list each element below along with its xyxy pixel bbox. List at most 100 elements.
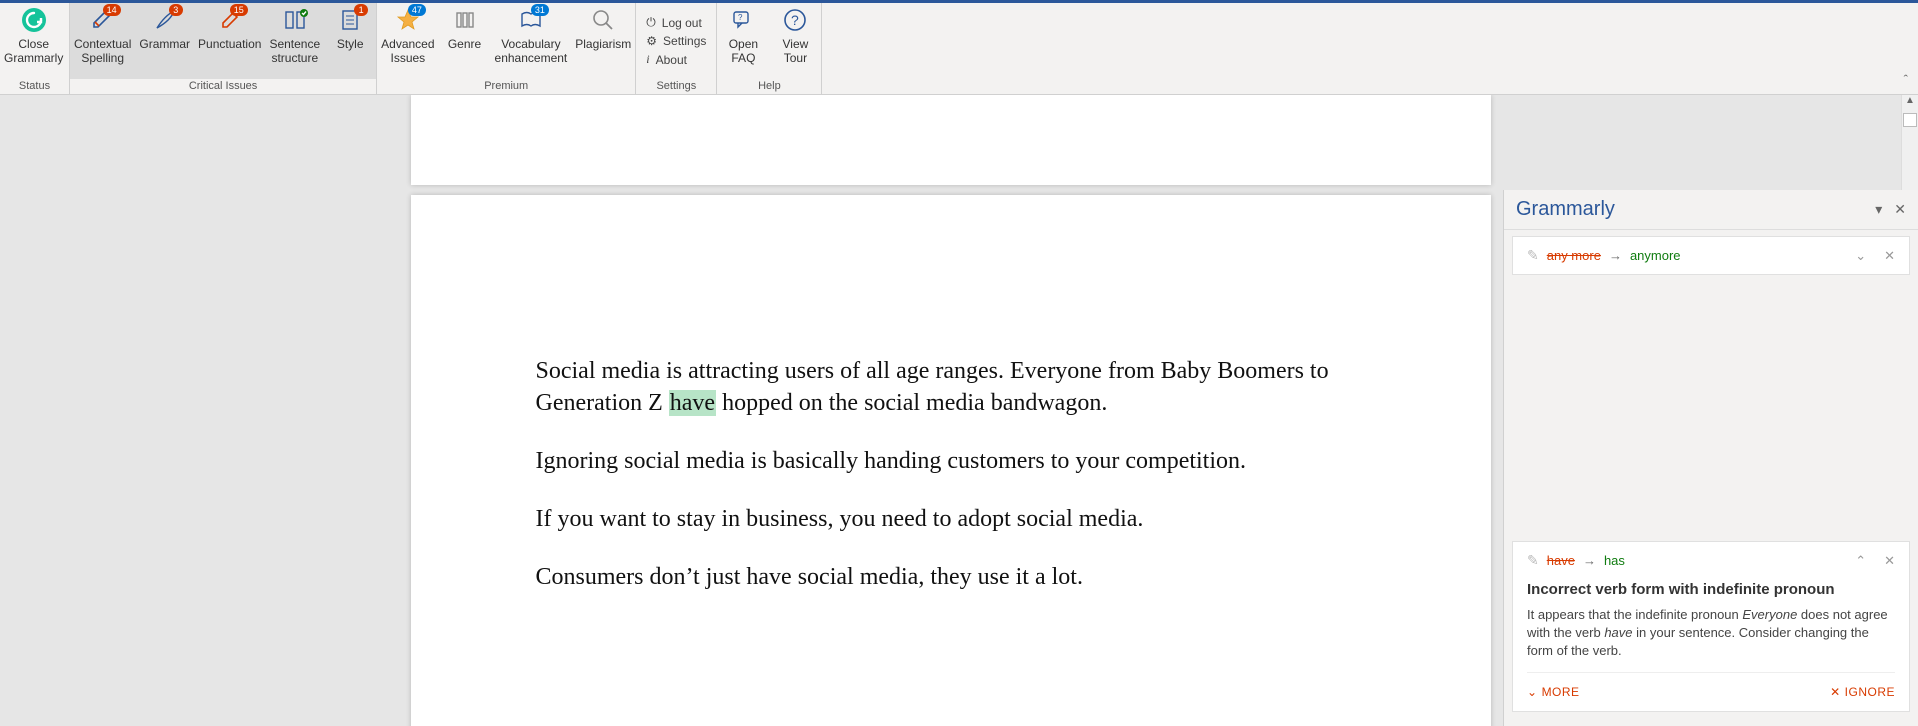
lbl: View — [783, 37, 809, 51]
svg-text:?: ? — [738, 13, 743, 22]
advanced-issues-button[interactable]: 47 Advanced Issues — [377, 3, 438, 79]
lbl-empty — [163, 51, 166, 65]
lbl: Open — [729, 37, 758, 51]
panel-title: Grammarly — [1516, 198, 1863, 221]
text-italic: have — [1604, 625, 1632, 640]
vocabulary-button[interactable]: 31 Vocabulary enhancement — [491, 3, 572, 79]
paragraph: Social media is attracting users of all … — [536, 355, 1366, 419]
punctuation-button[interactable]: 15 Punctuation — [194, 3, 265, 79]
workspace: Social media is attracting users of all … — [0, 95, 1918, 726]
sentence-structure-button[interactable]: Sentence structure — [265, 3, 324, 79]
suggestion-card-collapsed[interactable]: ✎ any more → anymore ⌄ ✕ — [1512, 236, 1910, 275]
close-grammarly-button[interactable]: Close Grammarly — [0, 3, 67, 79]
star-icon: 47 — [394, 6, 422, 34]
lbl-empty — [348, 51, 351, 65]
badge: 14 — [103, 4, 121, 16]
group-label-status: Status — [0, 79, 69, 94]
lbl: Punctuation — [198, 37, 261, 51]
panel-close-button[interactable]: ✕ — [1894, 201, 1906, 218]
pencil-icon: 14 — [89, 6, 117, 34]
text: hopped on the social media bandwagon. — [716, 390, 1107, 416]
lbl: About — [656, 53, 687, 67]
dismiss-card-button[interactable]: ✕ — [1884, 248, 1895, 264]
grammarly-logo-icon — [20, 6, 48, 34]
lbl: Sentence — [269, 37, 320, 51]
lbl: enhancement — [495, 51, 568, 65]
magnifier-icon — [589, 6, 617, 34]
lbl-empty — [228, 51, 231, 65]
group-label-help: Help — [717, 79, 821, 94]
more-button[interactable]: ⌄ MORE — [1527, 685, 1580, 699]
ignore-button[interactable]: ✕ IGNORE — [1830, 685, 1895, 699]
lbl: structure — [271, 51, 318, 65]
view-tour-button[interactable]: ? View Tour — [769, 3, 821, 79]
close-label-2: Grammarly — [4, 51, 63, 65]
genre-button[interactable]: Genre — [439, 3, 491, 79]
dismiss-card-button[interactable]: ✕ — [1884, 553, 1895, 569]
paragraph: If you want to stay in business, you nee… — [536, 503, 1366, 535]
grammarly-panel: Grammarly ▾ ✕ ✎ any more → anymore ⌄ ✕ ✎ — [1503, 190, 1918, 726]
paragraph: Ignoring social media is basically handi… — [536, 445, 1366, 477]
close-icon: ✕ — [1830, 685, 1841, 699]
badge: 47 — [408, 4, 426, 16]
lbl: Spelling — [81, 51, 124, 65]
lbl: Tour — [784, 51, 807, 65]
group-label-critical: Critical Issues — [70, 79, 376, 94]
badge: 3 — [169, 4, 183, 16]
ribbon-group-critical: 14 Contextual Spelling 3 Grammar 15 Punc… — [70, 3, 377, 94]
arrow-icon: → — [1609, 248, 1622, 263]
style-button[interactable]: 1 Style — [324, 3, 376, 79]
margin-indicator — [1903, 113, 1917, 127]
scroll-up-icon[interactable]: ▲ — [1902, 95, 1918, 111]
card-footer: ⌄ MORE ✕ IGNORE — [1527, 672, 1895, 711]
lbl: Advanced — [381, 37, 434, 51]
badge: 31 — [531, 4, 549, 16]
contextual-spelling-button[interactable]: 14 Contextual Spelling — [70, 3, 135, 79]
lbl: FAQ — [731, 51, 755, 65]
lbl: IGNORE — [1845, 685, 1895, 699]
lbl: Vocabulary — [501, 37, 560, 51]
group-label-settings: Settings — [636, 79, 716, 94]
lbl: Style — [337, 37, 364, 51]
lbl: Grammar — [139, 37, 190, 51]
document-text: Social media is attracting users of all … — [536, 355, 1366, 593]
settings-button[interactable]: ⚙ Settings — [646, 34, 706, 48]
suggestion-to[interactable]: anymore — [1630, 248, 1681, 263]
plagiarism-button[interactable]: Plagiarism — [571, 3, 635, 79]
lbl: Genre — [448, 37, 481, 51]
panel-spacer — [1504, 283, 1918, 541]
document-page[interactable]: Social media is attracting users of all … — [411, 195, 1491, 726]
logout-button[interactable]: ⏻ Log out — [646, 15, 706, 30]
suggestion-description: It appears that the indefinite pronoun E… — [1527, 606, 1895, 660]
about-button[interactable]: i About — [646, 52, 706, 67]
grammar-button[interactable]: 3 Grammar — [135, 3, 194, 79]
collapse-card-button[interactable]: ⌃ — [1855, 553, 1866, 569]
ribbon-group-settings: ⏻ Log out ⚙ Settings i About Settings — [636, 3, 717, 94]
lbl: Issues — [391, 51, 426, 65]
suggestion-to[interactable]: has — [1604, 553, 1625, 568]
expand-card-button[interactable]: ⌄ — [1855, 248, 1866, 264]
close-label-1: Close — [18, 37, 49, 51]
collapse-ribbon-button[interactable]: ˆ — [1904, 72, 1908, 87]
books-icon — [451, 6, 479, 34]
lbl: MORE — [1542, 685, 1580, 699]
paragraph: Consumers don’t just have social media, … — [536, 561, 1366, 593]
badge: 15 — [230, 4, 248, 16]
panel-header: Grammarly ▾ ✕ — [1504, 190, 1918, 230]
ribbon-group-premium: 47 Advanced Issues Genre 31 Vocabulary e… — [377, 3, 636, 94]
open-faq-button[interactable]: ? Open FAQ — [717, 3, 769, 79]
previous-page-tail — [411, 95, 1491, 185]
power-icon: ⏻ — [646, 15, 656, 30]
panel-menu-button[interactable]: ▾ — [1875, 201, 1882, 218]
badge: 1 — [354, 4, 368, 16]
edit-icon: ✎ — [1527, 247, 1539, 264]
ribbon-group-status: Close Grammarly Status — [0, 3, 70, 94]
highlighted-word[interactable]: have — [669, 390, 716, 416]
lbl-empty — [602, 51, 605, 65]
faq-icon: ? — [729, 6, 757, 34]
suggestion-from: any more — [1547, 248, 1601, 263]
open-book-icon: 31 — [517, 6, 545, 34]
info-icon: i — [646, 52, 649, 67]
arrow-icon: → — [1583, 553, 1596, 568]
help-icon: ? — [781, 6, 809, 34]
